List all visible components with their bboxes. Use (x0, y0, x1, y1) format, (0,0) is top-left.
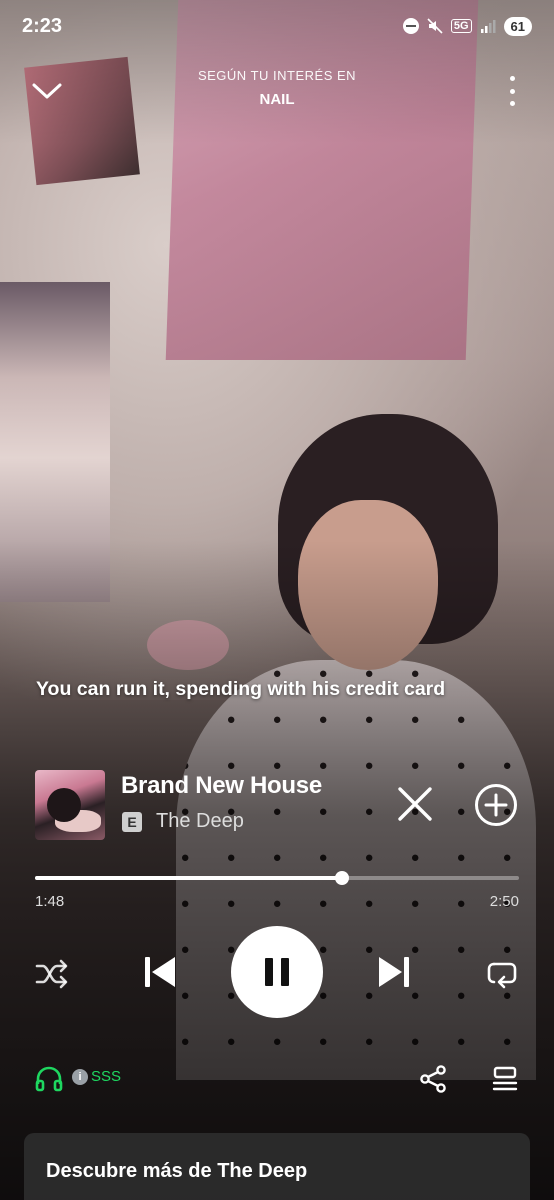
progress-fill (35, 876, 343, 880)
track-artist[interactable]: The Deep (156, 810, 244, 833)
context-name[interactable]: NAIL (0, 91, 554, 108)
shuffle-icon[interactable] (34, 958, 70, 990)
plus-circle-icon[interactable] (474, 783, 518, 827)
close-icon[interactable] (396, 785, 434, 823)
battery-level: 61 (503, 16, 532, 36)
progress-bar[interactable] (35, 871, 519, 885)
queue-icon[interactable] (490, 1064, 520, 1094)
network-label: 5G (450, 19, 472, 33)
skip-next-icon[interactable] (374, 952, 414, 992)
status-icons: 5G 61 (402, 16, 532, 36)
discover-more-card[interactable]: Descubre más de The Deep (24, 1133, 530, 1200)
mute-icon (427, 18, 443, 34)
do-not-disturb-icon (402, 18, 419, 34)
device-name: SSS (91, 1068, 122, 1085)
more-vertical-icon[interactable] (506, 76, 518, 106)
background-shade (0, 0, 554, 1200)
discover-title: Descubre más de The Deep (46, 1160, 308, 1182)
headphones-icon[interactable] (34, 1064, 64, 1094)
progress-knob[interactable] (335, 871, 350, 885)
connected-device[interactable]: i SSS (72, 1068, 121, 1085)
player-header: SEGÚN TU INTERÉS EN NAIL (0, 58, 554, 118)
track-title[interactable]: Brand New House (121, 772, 322, 800)
repeat-icon[interactable] (484, 956, 520, 990)
signal-icon (480, 20, 496, 33)
lyric-line[interactable]: You can run it, spending with his credit… (36, 678, 445, 701)
info-icon: i (72, 1068, 88, 1085)
explicit-badge: E (122, 812, 142, 832)
skip-previous-icon[interactable] (140, 952, 180, 992)
context-label: SEGÚN TU INTERÉS EN (197, 68, 357, 83)
elapsed-time: 1:48 (35, 893, 65, 910)
pause-button[interactable] (231, 926, 323, 1018)
share-icon[interactable] (418, 1064, 448, 1094)
album-cover[interactable] (35, 770, 105, 840)
status-time: 2:23 (22, 14, 63, 37)
total-time: 2:50 (489, 893, 519, 910)
status-bar: 2:23 5G 61 (0, 0, 554, 52)
pause-icon (265, 958, 273, 986)
video-background (0, 0, 554, 1200)
